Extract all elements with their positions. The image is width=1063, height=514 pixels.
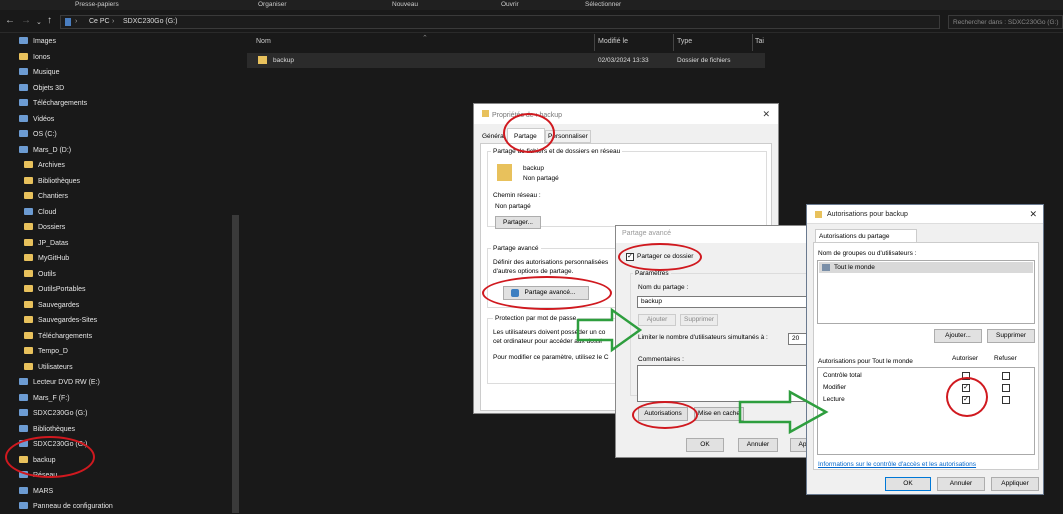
annotation-arrows	[576, 307, 829, 435]
green-arrow-to-advanced-share	[576, 307, 643, 353]
green-arrow-to-permissions	[738, 389, 829, 435]
